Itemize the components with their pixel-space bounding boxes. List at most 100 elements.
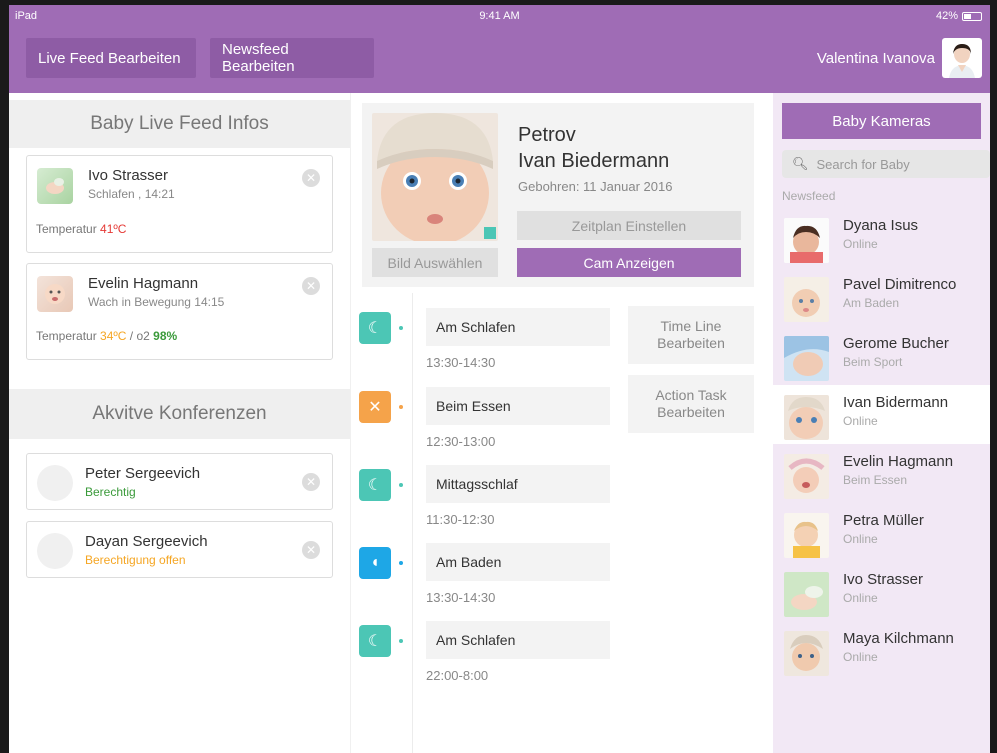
temperature-label: Temperatur <box>36 222 97 236</box>
baby-thumbnail <box>37 168 73 204</box>
baby-face-icon <box>784 336 829 381</box>
live-feed-card[interactable]: Ivo Strasser Schlafen , 14:21 ✕ Temperat… <box>26 155 333 253</box>
baby-face-icon <box>784 454 829 499</box>
live-feed-card[interactable]: Evelin Hagmann Wach in Bewegung 14:15 ✕ … <box>26 263 333 360</box>
baby-portrait-image <box>372 113 498 241</box>
close-icon[interactable]: ✕ <box>302 277 320 295</box>
baby-list-item[interactable]: Dyana Isus Online <box>773 208 990 267</box>
search-input[interactable]: 🔍︎ Search for Baby <box>782 150 990 178</box>
baby-status: Wach in Bewegung 14:15 <box>88 295 225 309</box>
baby-status: Am Baden <box>843 296 900 310</box>
timeline-label: Am Schlafen <box>426 308 610 346</box>
timeline-label: Mittagsschlaf <box>426 465 610 503</box>
conference-status: Berechtigung offen <box>85 553 186 567</box>
newsfeed-label: Newsfeed <box>782 189 836 203</box>
baby-face-icon <box>784 277 829 322</box>
timeline-time: 13:30-14:30 <box>426 355 496 370</box>
baby-thumbnail <box>37 276 73 312</box>
sleep-icon: ☾ <box>359 469 391 501</box>
cam-show-button[interactable]: Cam Anzeigen <box>517 248 741 277</box>
baby-name: Petra Müller <box>843 512 924 529</box>
avatar-person-icon <box>949 44 975 78</box>
newsfeed-edit-button[interactable]: Newsfeed Bearbeiten <box>210 38 374 78</box>
baby-face-icon <box>784 218 829 263</box>
baby-thumbnail <box>784 218 829 263</box>
baby-status: Online <box>843 650 878 664</box>
baby-thumbnail <box>784 454 829 499</box>
timeline-dot <box>399 561 403 565</box>
baby-status: Online <box>843 414 878 428</box>
choose-image-button[interactable]: Bild Auswählen <box>372 248 498 277</box>
baby-list-item-selected[interactable]: Ivan Bidermann Online <box>773 385 990 444</box>
close-icon[interactable]: ✕ <box>302 473 320 491</box>
timeline-edit-button[interactable]: Time Line Bearbeiten <box>628 306 754 364</box>
close-icon[interactable]: ✕ <box>302 541 320 559</box>
search-placeholder: Search for Baby <box>816 156 910 172</box>
baby-list-item[interactable]: Ivo Strasser Online <box>773 562 990 621</box>
clock: 9:41 AM <box>479 10 520 22</box>
baby-photo[interactable] <box>372 113 498 241</box>
middle-column: Petrov Ivan Biedermann Gebohren: 11 Janu… <box>350 93 773 753</box>
close-icon[interactable]: ✕ <box>302 169 320 187</box>
baby-name: Ivo Strasser <box>88 167 169 184</box>
timeline-label: Am Baden <box>426 543 610 581</box>
baby-status: Online <box>843 532 878 546</box>
search-icon: 🔍︎ <box>792 156 809 171</box>
baby-face-icon <box>784 513 829 558</box>
baby-list-item[interactable]: Gerome Bucher Beim Sport <box>773 326 990 385</box>
baby-thumbnail <box>784 336 829 381</box>
timeline-time: 13:30-14:30 <box>426 590 496 605</box>
conference-name: Peter Sergeevich <box>85 465 201 482</box>
baby-name: Maya Kilchmann <box>843 630 954 647</box>
baby-thumbnail <box>784 513 829 558</box>
baby-name: Dyana Isus <box>843 217 919 234</box>
baby-name: Evelin Hagmann <box>843 453 954 470</box>
baby-status: Schlafen , 14:21 <box>88 187 175 201</box>
conference-card[interactable]: Dayan Sergeevich Berechtigung offen ✕ <box>26 521 333 578</box>
baby-list-item[interactable]: Evelin Hagmann Beim Essen <box>773 444 990 503</box>
baby-face-icon <box>784 395 829 440</box>
schedule-button[interactable]: Zeitplan Einstellen <box>517 211 741 240</box>
bath-icon: ◖ <box>359 547 391 579</box>
conference-card[interactable]: Peter Sergeevich Berechtig ✕ <box>26 453 333 510</box>
timeline-dot <box>399 326 403 330</box>
action-task-line1: Action Task <box>655 387 727 403</box>
battery-percent: 42% <box>935 10 958 22</box>
baby-full-name: Ivan Biedermann <box>518 150 670 172</box>
timeline-label: Beim Essen <box>426 387 610 425</box>
timeline-dot <box>399 405 403 409</box>
temperature-value: 34ºC <box>100 329 127 343</box>
baby-thumbnail <box>784 631 829 676</box>
baby-list-item[interactable]: Maya Kilchmann Online <box>773 621 990 680</box>
timeline-edit-line1: Time Line <box>660 318 722 334</box>
timeline-time: 22:00-8:00 <box>426 668 489 683</box>
conference-avatar <box>37 533 73 569</box>
temperature-value: 41ºC <box>100 222 127 236</box>
o2-label: / o2 <box>126 329 154 343</box>
user-name[interactable]: Valentina Ivanova <box>817 50 935 67</box>
live-feed-edit-button[interactable]: Live Feed Bearbeiten <box>26 38 196 78</box>
baby-face-icon <box>784 631 829 676</box>
sleep-icon: ☾ <box>359 625 391 657</box>
temperature-line: Temperatur 34ºC / o2 98% <box>36 329 177 343</box>
baby-name: Pavel Dimitrenco <box>843 276 957 293</box>
conference-status: Berechtig <box>85 485 136 499</box>
timeline-label: Am Schlafen <box>426 621 610 659</box>
timeline-dot <box>399 639 403 643</box>
action-task-edit-button[interactable]: Action Task Bearbeiten <box>628 375 754 433</box>
baby-thumbnail <box>784 572 829 617</box>
baby-list-item[interactable]: Petra Müller Online <box>773 503 990 562</box>
top-bar: iPad 9:41 AM 42% Live Feed Bearbeiten Ne… <box>9 5 990 93</box>
baby-list-item[interactable]: Pavel Dimitrenco Am Baden <box>773 267 990 326</box>
conference-avatar <box>37 465 73 501</box>
baby-birthdate: Gebohren: 11 Januar 2016 <box>518 179 673 194</box>
app-screen: iPad 9:41 AM 42% Live Feed Bearbeiten Ne… <box>9 5 990 753</box>
user-avatar[interactable] <box>942 38 982 78</box>
left-column: Baby Live Feed Infos Ivo Strasser Schlaf… <box>9 93 350 753</box>
baby-cameras-button[interactable]: Baby Kameras <box>782 103 981 139</box>
baby-status: Beim Sport <box>843 355 903 369</box>
baby-thumbnail <box>784 277 829 322</box>
baby-face-icon <box>784 572 829 617</box>
battery-icon <box>962 11 982 21</box>
baby-face-icon <box>45 284 65 304</box>
